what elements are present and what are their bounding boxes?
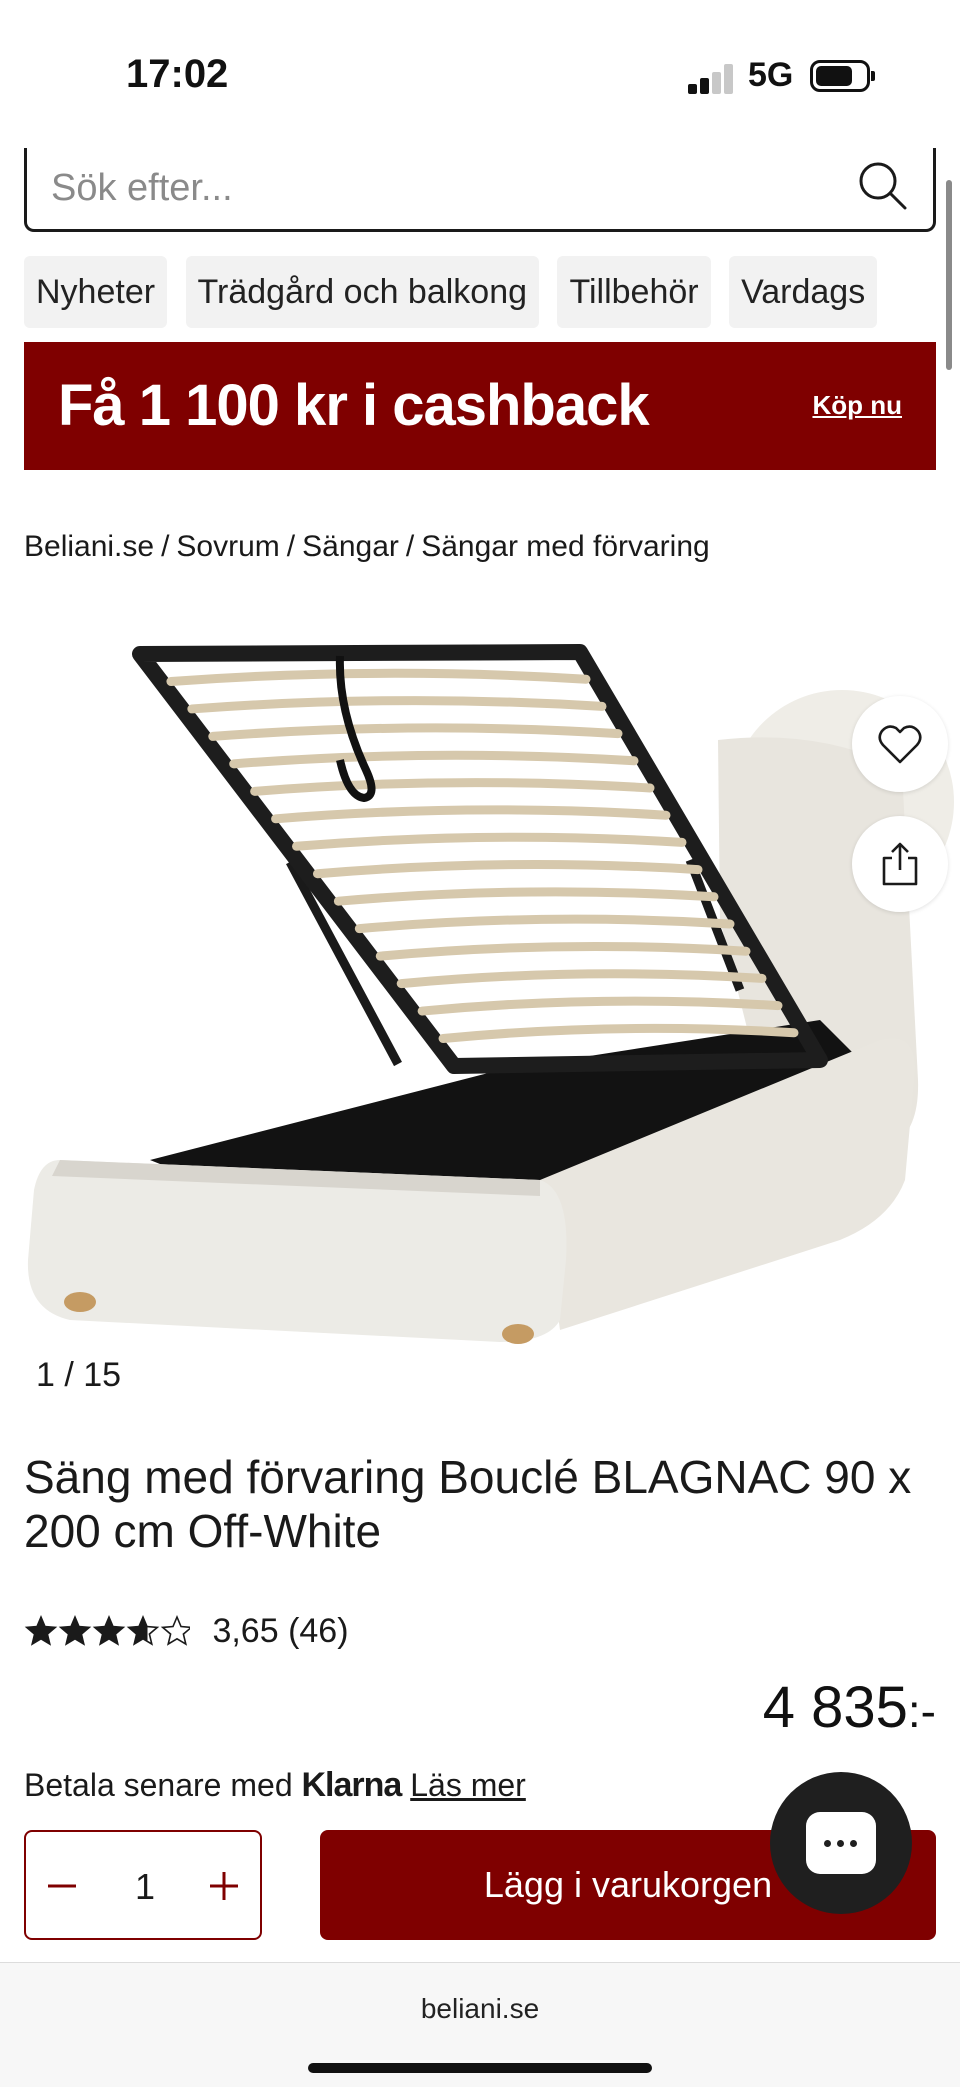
search-bar	[24, 148, 936, 232]
signal-icon	[688, 64, 736, 94]
bed-slat	[271, 805, 671, 824]
search-icon[interactable]	[851, 154, 915, 218]
status-time: 17:02	[126, 52, 229, 96]
browser-url[interactable]: beliani.se	[0, 1993, 960, 2025]
bed-slat	[292, 832, 687, 851]
price-amount: 4 835	[762, 1675, 908, 1740]
share-icon	[882, 842, 918, 886]
bed-slat	[187, 696, 607, 714]
banner-headline: Få 1 100 kr i cashback	[58, 373, 650, 438]
bed-slat	[250, 778, 655, 796]
bed-slat	[354, 914, 735, 934]
star-fill	[94, 1616, 124, 1644]
chat-icon	[806, 1812, 876, 1874]
category-chip-nyheter[interactable]: Nyheter	[24, 256, 168, 328]
star-fill	[26, 1616, 56, 1644]
breadcrumb: Beliani.se / Sovrum / Sängar / Sängar med förv…	[24, 530, 710, 564]
product-gallery[interactable]	[0, 620, 960, 1360]
breadcrumb-separator: /	[161, 530, 170, 563]
bed-slat	[166, 668, 591, 686]
minus-icon[interactable]	[38, 1862, 86, 1910]
product-title: Säng med förvaring Bouclé BLAGNAC 90 x 2…	[24, 1451, 912, 1557]
star-fill	[60, 1616, 90, 1644]
battery-level	[816, 66, 852, 86]
quantity-value[interactable]: 1	[86, 1866, 204, 1908]
category-chip-vardags[interactable]: Vardags	[729, 256, 878, 328]
product-image[interactable]	[0, 620, 960, 1360]
bed-slat	[417, 996, 783, 1016]
chat-button[interactable]	[770, 1772, 912, 1914]
battery-icon	[810, 60, 875, 92]
breadcrumb-current[interactable]: Sängar med förvaring	[421, 530, 710, 563]
plus-icon[interactable]	[200, 1862, 248, 1910]
scrollbar[interactable]	[946, 180, 952, 370]
favorite-button[interactable]	[852, 696, 948, 792]
klarna-info: Betala senare med Klarna Läs mer	[24, 1766, 526, 1805]
rating-stars	[24, 1614, 194, 1646]
product-price: 4 835:-	[763, 1674, 936, 1741]
browser-bottom-bar: beliani.se	[0, 1962, 960, 2087]
price-suffix: :-	[907, 1685, 936, 1737]
breadcrumb-separator: /	[286, 530, 296, 563]
quantity-stepper: 1	[24, 1830, 262, 1940]
bed-slat	[396, 969, 767, 989]
star-icon	[160, 1614, 194, 1646]
bed-slat	[229, 750, 639, 769]
breadcrumb-sovrum[interactable]: Sovrum	[176, 530, 279, 563]
klarna-read-more-link[interactable]: Läs mer	[410, 1767, 526, 1803]
image-counter-total: 15	[83, 1356, 122, 1394]
category-chip-tillbehor[interactable]: Tillbehör	[557, 256, 711, 328]
bed-slat	[375, 941, 751, 961]
breadcrumb-sangar[interactable]: Sängar	[302, 530, 399, 563]
breadcrumb-home[interactable]: Beliani.se	[24, 530, 154, 563]
klarna-prefix: Betala senare med	[24, 1767, 293, 1803]
breadcrumb-separator: /	[405, 530, 415, 563]
bed-slat	[208, 723, 623, 741]
category-chip-tradgard[interactable]: Trädgård och balkong	[185, 256, 540, 328]
category-nav: Nyheter Trädgård och balkong Tillbehör V…	[24, 256, 960, 328]
image-counter-separator: /	[54, 1356, 84, 1394]
banner-buy-link[interactable]: Köp nu	[812, 390, 902, 421]
status-bar: 17:02 5G	[0, 0, 960, 150]
product-rating[interactable]: 3,65 (46)	[24, 1612, 349, 1656]
search-input[interactable]	[51, 162, 831, 214]
network-label: 5G	[748, 56, 794, 94]
home-indicator[interactable]	[308, 2063, 652, 2073]
share-button[interactable]	[852, 816, 948, 912]
image-counter: 1 / 15	[36, 1356, 121, 1395]
klarna-logo: Klarna	[301, 1766, 403, 1804]
image-counter-current: 1	[36, 1356, 55, 1394]
bed-slat	[312, 860, 703, 879]
heart-icon	[878, 725, 922, 764]
rating-value: 3,65 (46)	[212, 1612, 349, 1650]
cashback-banner[interactable]: Få 1 100 kr i cashback Köp nu	[24, 342, 936, 470]
bed-slat	[333, 887, 719, 906]
